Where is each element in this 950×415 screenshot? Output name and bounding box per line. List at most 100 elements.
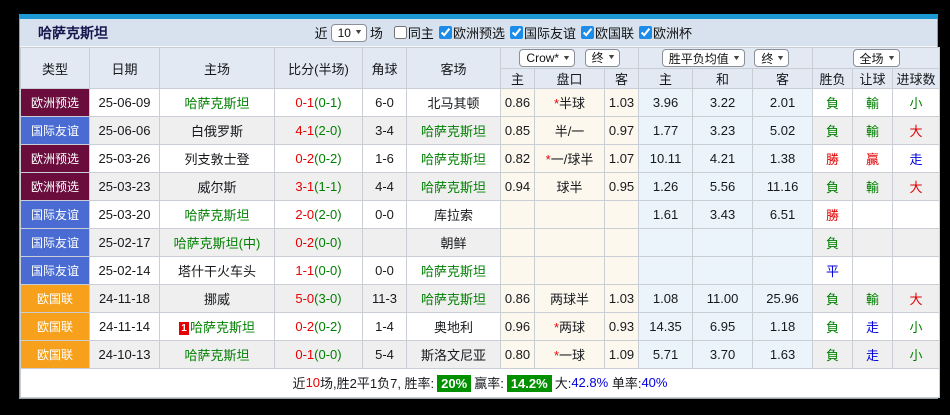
avg-draw-cell: 6.95 — [693, 313, 753, 341]
filter-item[interactable]: 国际友谊 — [505, 23, 576, 42]
col-header-score: 比分(半场) — [275, 48, 363, 89]
home-team[interactable]: 哈萨克斯坦 — [190, 320, 255, 335]
bookmaker-stage-value: 终 — [592, 49, 604, 66]
away-cell: 斯洛文尼亚 — [407, 341, 501, 369]
away-team[interactable]: 朝鲜 — [440, 236, 466, 251]
footer-segment: 42.8% — [571, 376, 608, 391]
away-odds-cell: 1.03 — [605, 89, 639, 117]
home-odds-cell: 0.86 — [501, 89, 535, 117]
away-team[interactable]: 哈萨克斯坦 — [421, 264, 486, 279]
competition-badge: 国际友谊 — [21, 257, 90, 285]
home-cell: 哈萨克斯坦(中) — [160, 229, 275, 257]
handicap-cell: 两球半 — [535, 285, 605, 313]
filter-item[interactable]: 同主 — [389, 23, 434, 42]
home-team[interactable]: 哈萨克斯坦 — [184, 208, 249, 223]
bookmaker-select[interactable]: Crow* ▼ — [519, 49, 575, 67]
recent-count-select[interactable]: 10 ▼ — [331, 24, 367, 42]
handicap-star: * — [554, 348, 559, 363]
away-team[interactable]: 哈萨克斯坦 — [421, 124, 486, 139]
home-team[interactable]: 列支敦士登 — [184, 152, 249, 167]
footer-segment: 近 — [293, 377, 306, 392]
filter-label: 同主 — [408, 23, 434, 42]
home-cell: 塔什干火车头 — [160, 257, 275, 285]
filter-item[interactable]: 欧国联 — [576, 23, 634, 42]
halftime-score: (0-0) — [314, 263, 341, 278]
footer-segment: 赢率: — [474, 377, 504, 392]
home-team[interactable]: 塔什干火车头 — [178, 264, 256, 279]
away-odds-cell — [605, 229, 639, 257]
col-header-away: 客场 — [407, 48, 501, 89]
competition-badge: 欧国联 — [21, 313, 90, 341]
handicap-cell — [535, 257, 605, 285]
scope-select[interactable]: 全场 ▼ — [853, 49, 900, 67]
fulltime-score: 0-2 — [295, 151, 314, 166]
competition-badge: 国际友谊 — [21, 117, 90, 145]
avg-home-cell: 1.61 — [639, 201, 693, 229]
away-team[interactable]: 哈萨克斯坦 — [421, 180, 486, 195]
table-row: 欧洲预选25-03-23威尔斯3-1(1-1)4-4哈萨克斯坦0.94球半0.9… — [21, 173, 940, 201]
score-cell: 3-1(1-1) — [275, 173, 363, 201]
home-odds-cell — [501, 201, 535, 229]
filter-label: 欧国联 — [595, 23, 634, 42]
avg-home-cell: 3.96 — [639, 89, 693, 117]
away-odds-cell: 1.03 — [605, 285, 639, 313]
sub-header-avg-draw: 和 — [693, 69, 753, 89]
footer-segment: 10 — [306, 376, 320, 391]
filter-checkbox[interactable] — [439, 26, 452, 39]
home-team[interactable]: 挪威 — [204, 292, 230, 307]
table-row: 国际友谊25-06-06白俄罗斯4-1(2-0)3-4哈萨克斯坦0.85半/一0… — [21, 117, 940, 145]
away-team[interactable]: 斯洛文尼亚 — [421, 348, 486, 363]
halftime-score: (0-2) — [314, 151, 341, 166]
handicap-result-cell: 輸 — [853, 285, 893, 313]
corner-cell: 11-3 — [363, 285, 407, 313]
col-header-corner: 角球 — [363, 48, 407, 89]
col-header-home: 主场 — [160, 48, 275, 89]
fulltime-score: 4-1 — [295, 123, 314, 138]
home-team[interactable]: 哈萨克斯坦 — [184, 348, 249, 363]
filter-label: 欧洲杯 — [653, 23, 692, 42]
away-team[interactable]: 哈萨克斯坦 — [421, 292, 486, 307]
halftime-score: (3-0) — [314, 291, 341, 306]
away-cell: 北马其顿 — [407, 89, 501, 117]
home-team[interactable]: 白俄罗斯 — [191, 124, 243, 139]
away-team[interactable]: 哈萨克斯坦 — [421, 152, 486, 167]
goals-result-cell: 大 — [893, 117, 940, 145]
filter-checkbox[interactable] — [639, 26, 652, 39]
games-label: 场 — [370, 23, 383, 42]
avg-away-cell: 25.96 — [753, 285, 813, 313]
avg-type-select[interactable]: 胜平负均值 ▼ — [662, 49, 745, 67]
score-cell: 0-2(0-0) — [275, 229, 363, 257]
home-team[interactable]: 哈萨克斯坦 — [184, 96, 249, 111]
away-cell: 哈萨克斯坦 — [407, 117, 501, 145]
fulltime-score: 0-1 — [295, 95, 314, 110]
footer-segment: 40% — [641, 376, 667, 391]
filter-item[interactable]: 欧洲杯 — [634, 23, 692, 42]
bookmaker-value: Crow* — [526, 51, 559, 65]
competition-badge: 国际友谊 — [21, 229, 90, 257]
fulltime-score: 0-2 — [295, 319, 314, 334]
away-team[interactable]: 北马其顿 — [427, 96, 479, 111]
away-team[interactable]: 库拉索 — [434, 208, 473, 223]
handicap-result-cell: 輸 — [853, 117, 893, 145]
match-history-table: 类型 日期 主场 比分(半场) 角球 客场 Crow* ▼ 终 ▼ — [20, 47, 940, 398]
filter-checkbox[interactable] — [510, 26, 523, 39]
halftime-score: (0-2) — [314, 319, 341, 334]
away-team[interactable]: 奥地利 — [434, 320, 473, 335]
away-odds-cell — [605, 201, 639, 229]
filter-checkbox[interactable] — [394, 26, 407, 39]
home-team[interactable]: 威尔斯 — [197, 180, 236, 195]
filter-checkbox[interactable] — [581, 26, 594, 39]
away-cell: 哈萨克斯坦 — [407, 145, 501, 173]
home-team[interactable]: 哈萨克斯坦(中) — [174, 236, 261, 251]
handicap-result-cell: 輸 — [853, 173, 893, 201]
bookmaker-stage-select[interactable]: 终 ▼ — [585, 49, 620, 67]
result-cell: 負 — [813, 285, 853, 313]
handicap-cell: *两球 — [535, 313, 605, 341]
table-row: 国际友谊25-03-20哈萨克斯坦2-0(2-0)0-0库拉索1.613.436… — [21, 201, 940, 229]
filter-item[interactable]: 欧洲预选 — [434, 23, 505, 42]
handicap-result-cell: 走 — [853, 341, 893, 369]
avg-type-value: 胜平负均值 — [669, 50, 729, 67]
date-cell: 25-02-17 — [90, 229, 160, 257]
avg-stage-select[interactable]: 终 ▼ — [754, 49, 789, 67]
corner-cell: 0-0 — [363, 201, 407, 229]
